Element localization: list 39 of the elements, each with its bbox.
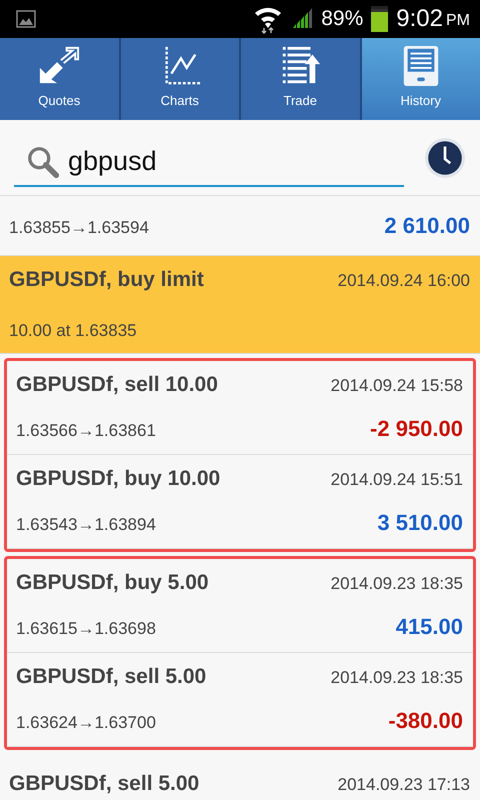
clock-ampm: PM	[446, 12, 470, 30]
deal-title: GBPUSDf, buy 10.00	[16, 467, 220, 491]
order-time: 2014.09.24 16:00	[338, 271, 470, 291]
deal-title: GBPUSDf, sell 10.00	[16, 373, 218, 397]
clock-time: 9:02	[396, 5, 443, 33]
signal-icon	[291, 8, 314, 30]
deal-title: GBPUSDf, sell 5.00	[9, 772, 200, 796]
deal-time: 2014.09.23 17:13	[338, 774, 470, 794]
deal-prices: 1.63855→1.63594	[9, 218, 149, 238]
tab[interactable]: Quotes	[0, 38, 120, 120]
battery-icon	[371, 6, 388, 32]
order-detail: 10.00 at 1.63835	[9, 321, 137, 341]
search-icon	[26, 144, 60, 178]
clock-button[interactable]	[424, 136, 466, 178]
deal-profit: 3 510.00	[377, 510, 463, 536]
deal-time: 2014.09.24 15:58	[330, 376, 463, 396]
tab[interactable]: History	[362, 38, 480, 120]
deal-profit: -2 950.00	[370, 416, 463, 442]
tab[interactable]: Charts	[120, 38, 241, 120]
deal-title: GBPUSDf, buy 5.00	[16, 571, 209, 595]
tab[interactable]: Trade	[241, 38, 362, 120]
search-field[interactable]: gbpusd	[68, 146, 368, 177]
deal-prices: 1.63566→1.63861	[16, 421, 156, 441]
order-title: GBPUSDf, buy limit	[9, 268, 204, 292]
clock-icon	[424, 136, 466, 178]
deal-profit: 415.00	[396, 614, 463, 640]
order-row[interactable]: GBPUSDf, buy limit 2014.09.24 16:00 10.00 at 1.63835	[0, 256, 480, 354]
deal-row[interactable]: GBPUSDf, sell 5.00 2014.09.23 17:13	[0, 754, 480, 800]
deal-prices: 1.63615→1.63698	[16, 619, 156, 639]
deal-time: 2014.09.23 18:35	[330, 668, 463, 688]
image-icon	[16, 10, 36, 28]
deal-title: GBPUSDf, sell 5.00	[16, 665, 206, 689]
deal-profit: -380.00	[388, 708, 463, 734]
deal-time: 2014.09.23 18:35	[330, 574, 463, 594]
deal-prices: 1.63624→1.63700	[16, 713, 156, 733]
deal-profit: 2 610.00	[384, 212, 470, 238]
battery-percent: 89%	[321, 7, 364, 31]
deal-time: 2014.09.24 15:51	[330, 470, 463, 490]
deal-prices: 1.63543→1.63894	[16, 515, 156, 535]
